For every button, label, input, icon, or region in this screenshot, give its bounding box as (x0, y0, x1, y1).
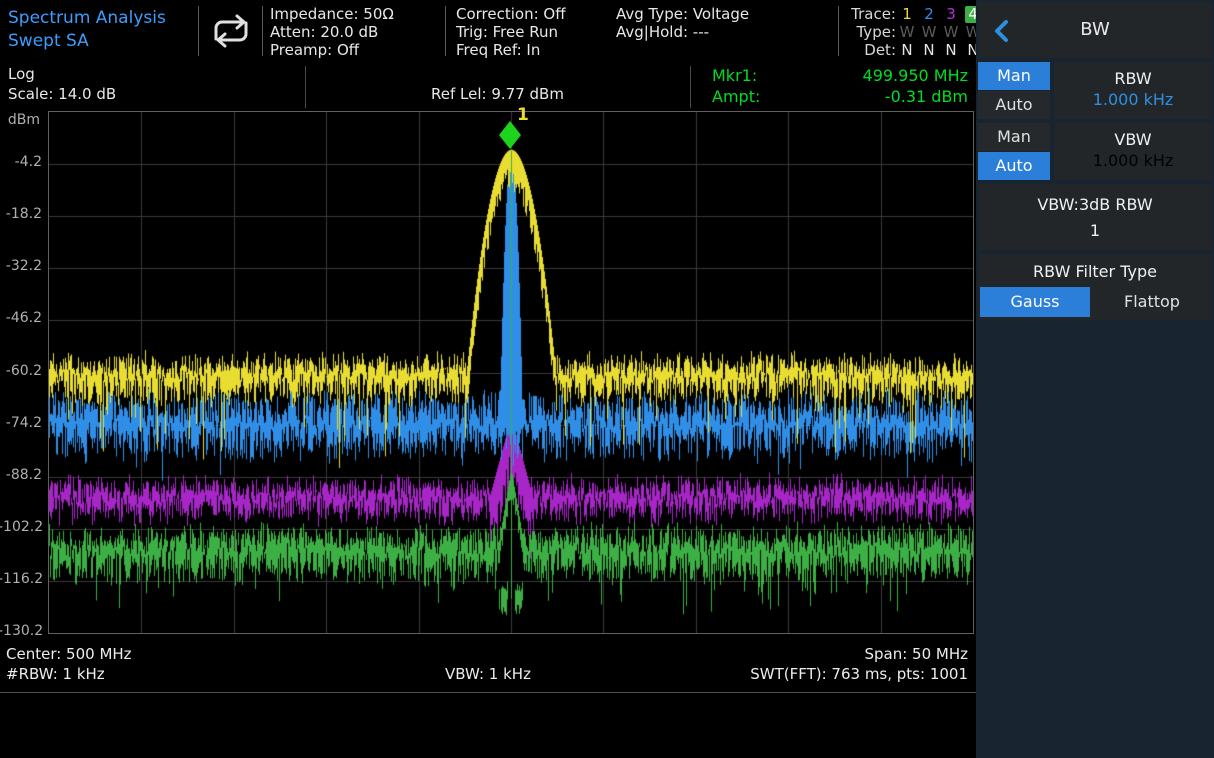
trigger-settings-group: Correction: Off Trig: Free Run Freq Ref:… (456, 5, 566, 59)
app-title-line1: Spectrum Analysis (8, 7, 166, 30)
panel-header[interactable]: BW (978, 2, 1212, 58)
y-axis-tick-label: -18.2 (0, 206, 42, 222)
log-scale-label: Log (8, 65, 35, 83)
trace-detector-row: Det: N N N N (844, 41, 984, 59)
det-row-label: Det: (844, 41, 896, 59)
marker1-freq: 499.950 MHz (863, 66, 968, 85)
vbw-rbw-ratio-cell[interactable]: VBW:3dB RBW 1 (978, 184, 1212, 250)
input-settings-group: Impedance: 50Ω Atten: 20.0 dB Preamp: Of… (270, 5, 394, 59)
marker1-number-label: 1 (517, 105, 529, 125)
trace2-number[interactable]: 2 (918, 5, 940, 23)
app-title: Spectrum Analysis Swept SA (8, 7, 166, 53)
average-settings-group: Avg Type: Voltage Avg|Hold: --- (616, 5, 749, 41)
ref-level-readout: Ref Lel: 9.77 dBm (305, 85, 690, 103)
y-axis-tick-label: -102.2 (0, 519, 42, 535)
header-divider (445, 6, 446, 56)
center-freq-readout: Center: 500 MHz (6, 645, 132, 663)
ratio-label: VBW:3dB RBW (978, 195, 1212, 214)
marker1-label: Mkr1: (712, 66, 757, 85)
trace1-number[interactable]: 1 (896, 5, 918, 23)
vbw-man-button[interactable]: Man (978, 123, 1050, 151)
scale-readout: Scale: 14.0 dB (8, 85, 116, 103)
bw-menu-panel: BW Man Auto RBW 1.000 kHz Man Auto VBW 1… (976, 0, 1214, 758)
spectrum-analyzer-screen: Spectrum Analysis Swept SA Impedance: 50… (0, 0, 1214, 758)
annotation-row-2: #RBW: 1 kHz VBW: 1 kHz SWT(FFT): 763 ms,… (0, 665, 976, 685)
header-divider (198, 6, 199, 56)
trace2-det: N (918, 41, 940, 59)
scale-row: Log Scale: 14.0 dB Ref Lel: 9.77 dBm Mkr… (0, 62, 976, 111)
marker1-ampt-label: Ampt: (712, 87, 760, 106)
avg-hold-readout: Avg|Hold: --- (616, 23, 749, 41)
vbw-value: 1.000 kHz (1054, 151, 1212, 170)
toolbar-divider-line (0, 692, 976, 693)
y-axis-tick-label: -74.2 (0, 415, 42, 431)
panel-title: BW (978, 19, 1212, 40)
rbw-label: RBW (1054, 69, 1212, 88)
trace3-type: W (940, 23, 962, 41)
main-display-area: Spectrum Analysis Swept SA Impedance: 50… (0, 0, 976, 758)
y-axis-tick-label: -32.2 (0, 258, 42, 274)
ratio-value: 1 (978, 221, 1212, 240)
trace-type-row: Type: W W W W (844, 23, 984, 41)
y-axis-tick-label: -116.2 (0, 571, 42, 587)
scale-row-divider (690, 66, 691, 108)
trace3-number[interactable]: 3 (940, 5, 962, 23)
vbw-label: VBW (1054, 130, 1212, 149)
app-title-line2: Swept SA (8, 30, 166, 53)
rbw-value: 1.000 kHz (1054, 90, 1212, 109)
impedance-readout: Impedance: 50Ω (270, 5, 394, 23)
rbw-man-button[interactable]: Man (978, 62, 1050, 90)
header-divider (262, 6, 263, 56)
y-axis-tick-label: -130.2 (0, 623, 42, 639)
swt-readout: SWT(FFT): 763 ms, pts: 1001 (750, 665, 968, 683)
y-axis-tick-label: -4.2 (0, 154, 42, 170)
freq-ref-readout: Freq Ref: In (456, 41, 566, 59)
filter-gauss-button[interactable]: Gauss (980, 287, 1090, 317)
annotation-row-1: Center: 500 MHz Span: 50 MHz (0, 645, 976, 665)
rbw-filter-type-cell: RBW Filter Type Gauss Flattop (978, 254, 1212, 320)
avg-type-readout: Avg Type: Voltage (616, 5, 749, 23)
bottom-toolbar: ⚙ ? M (0, 694, 976, 758)
trace2-type: W (918, 23, 940, 41)
y-axis-tick-label: -60.2 (0, 363, 42, 379)
trace1-type: W (896, 23, 918, 41)
trace-number-row: Trace: 1 2 3 4 (844, 5, 984, 23)
trace3-det: N (940, 41, 962, 59)
filter-type-label: RBW Filter Type (978, 262, 1212, 281)
header-bar: Spectrum Analysis Swept SA Impedance: 50… (0, 0, 976, 62)
trace1-det: N (896, 41, 918, 59)
correction-readout: Correction: Off (456, 5, 566, 23)
trace-status-table[interactable]: Trace: 1 2 3 4 Type: W W W W Det: N N (844, 5, 984, 59)
y-axis-labels: -4.2 -18.2 -32.2 -46.2 -60.2 -74.2 -88.2 -102.2… (0, 111, 44, 633)
header-divider (838, 6, 839, 56)
rbw-auto-button[interactable]: Auto (978, 91, 1050, 119)
vbw-value-cell[interactable]: VBW 1.000 kHz (1054, 123, 1212, 180)
marker1-ampt-value: -0.31 dBm (885, 87, 968, 106)
spectrum-plot (48, 111, 974, 634)
continuous-sweep-icon[interactable] (203, 11, 259, 51)
marker1-diamond-icon[interactable] (499, 121, 521, 149)
atten-readout: Atten: 20.0 dB (270, 23, 394, 41)
trace-row-label: Trace: (844, 5, 896, 23)
trig-readout: Trig: Free Run (456, 23, 566, 41)
filter-flattop-button[interactable]: Flattop (1094, 287, 1210, 317)
type-row-label: Type: (844, 23, 896, 41)
rbw-value-cell[interactable]: RBW 1.000 kHz (1054, 62, 1212, 119)
vbw-auto-button[interactable]: Auto (978, 152, 1050, 180)
preamp-readout: Preamp: Off (270, 41, 394, 59)
y-axis-tick-label: -88.2 (0, 467, 42, 483)
y-axis-tick-label: -46.2 (0, 310, 42, 326)
span-readout: Span: 50 MHz (864, 645, 968, 663)
